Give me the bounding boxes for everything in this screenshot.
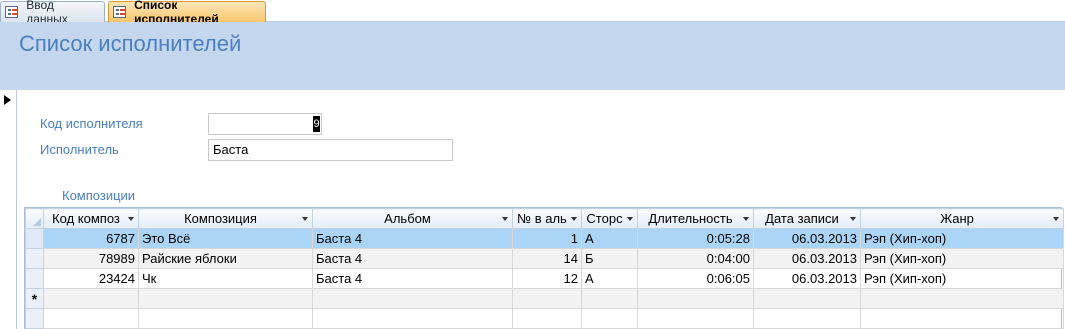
dropdown-arrow-icon[interactable] bbox=[1053, 217, 1059, 221]
row-selector[interactable] bbox=[25, 228, 44, 249]
table-cell[interactable]: 0:06:05 bbox=[637, 268, 754, 289]
column-header-composition[interactable]: Композиция bbox=[138, 208, 313, 229]
table-cell[interactable]: 0:05:28 bbox=[637, 228, 754, 249]
table-cell[interactable]: 23424 bbox=[43, 268, 139, 289]
artist-label: Исполнитель bbox=[40, 142, 119, 157]
compositions-table: Код композ Композиция Альбом № в аль Сто… bbox=[25, 208, 1064, 329]
table-cell[interactable] bbox=[581, 288, 638, 309]
table-row[interactable]: 78989 Райские яблоки Баста 4 14 Б 0:04:0… bbox=[25, 248, 1064, 269]
table-cell[interactable]: А bbox=[581, 268, 638, 289]
table-cell bbox=[512, 308, 582, 329]
table-cell[interactable] bbox=[637, 288, 754, 309]
table-cell[interactable]: Баста 4 bbox=[312, 268, 513, 289]
column-header-album[interactable]: Альбом bbox=[312, 208, 513, 229]
table-cell[interactable]: Баста 4 bbox=[312, 228, 513, 249]
column-header-label: Композиция bbox=[184, 211, 257, 226]
table-cell[interactable]: 06.03.2013 bbox=[753, 248, 861, 269]
column-header-label: Дата записи bbox=[765, 211, 839, 226]
table-cell[interactable] bbox=[753, 288, 861, 309]
document-tab-strip: Ввод данных Список исполнителей bbox=[0, 0, 1065, 26]
tab-data-entry[interactable]: Ввод данных bbox=[0, 0, 105, 26]
column-header-record-date[interactable]: Дата записи bbox=[753, 208, 861, 229]
table-cell[interactable]: Это Всё bbox=[138, 228, 313, 249]
dropdown-arrow-icon[interactable] bbox=[571, 217, 577, 221]
column-header-side[interactable]: Сторс bbox=[581, 208, 638, 229]
new-record-marker-icon[interactable]: * bbox=[25, 288, 44, 309]
table-cell[interactable]: 78989 bbox=[43, 248, 139, 269]
record-selector[interactable] bbox=[0, 90, 17, 329]
column-header-label: Жанр bbox=[940, 211, 974, 226]
table-cell[interactable]: Райские яблоки bbox=[138, 248, 313, 269]
table-cell[interactable]: 0:04:00 bbox=[637, 248, 754, 269]
column-header-duration[interactable]: Длительность bbox=[637, 208, 754, 229]
table-cell[interactable]: 12 bbox=[512, 268, 582, 289]
table-cell[interactable] bbox=[860, 288, 1064, 309]
table-cell[interactable]: Баста 4 bbox=[312, 248, 513, 269]
table-row[interactable]: 23424 Чк Баста 4 12 А 0:06:05 06.03.2013… bbox=[25, 268, 1064, 289]
form-header: Список исполнителей bbox=[0, 22, 1065, 90]
table-cell[interactable]: Чк bbox=[138, 268, 313, 289]
compositions-subform: Код композ Композиция Альбом № в аль Сто… bbox=[24, 207, 1064, 329]
table-cell bbox=[312, 308, 513, 329]
select-all-corner[interactable] bbox=[25, 208, 44, 229]
form-title: Список исполнителей bbox=[19, 31, 242, 56]
column-header-label: Код композ bbox=[52, 211, 120, 226]
dropdown-arrow-icon[interactable] bbox=[850, 217, 856, 221]
table-cell[interactable]: 06.03.2013 bbox=[753, 268, 861, 289]
corner-icon bbox=[33, 218, 41, 226]
current-record-arrow-icon bbox=[4, 95, 11, 105]
column-header-track-number[interactable]: № в аль bbox=[512, 208, 582, 229]
table-cell[interactable] bbox=[312, 288, 513, 309]
table-cell[interactable]: Рэп (Хип-хоп) bbox=[860, 248, 1064, 269]
column-header-label: Сторс bbox=[586, 211, 623, 226]
dropdown-arrow-icon[interactable] bbox=[743, 217, 749, 221]
table-cell[interactable]: 1 bbox=[512, 228, 582, 249]
row-selector[interactable] bbox=[25, 248, 44, 269]
new-record-row[interactable]: * bbox=[25, 288, 1064, 309]
table-cell[interactable]: Рэп (Хип-хоп) bbox=[860, 268, 1064, 289]
table-row[interactable]: 6787 Это Всё Баста 4 1 А 0:05:28 06.03.2… bbox=[25, 228, 1064, 249]
artist-code-value: 9 bbox=[313, 116, 320, 132]
table-cell bbox=[753, 308, 861, 329]
artist-code-label: Код исполнителя bbox=[40, 116, 143, 131]
table-cell bbox=[637, 308, 754, 329]
column-header-label: № в аль bbox=[517, 211, 567, 226]
table-cell[interactable]: 6787 bbox=[43, 228, 139, 249]
row-selector[interactable] bbox=[25, 268, 44, 289]
subform-label: Композиции bbox=[62, 188, 136, 203]
table-cell[interactable]: 14 bbox=[512, 248, 582, 269]
artist-field[interactable]: Баста bbox=[208, 139, 453, 161]
dropdown-arrow-icon[interactable] bbox=[302, 217, 308, 221]
table-cell bbox=[138, 308, 313, 329]
empty-row bbox=[25, 308, 1064, 329]
table-cell[interactable]: Б bbox=[581, 248, 638, 269]
table-cell bbox=[43, 308, 139, 329]
table-cell[interactable]: А bbox=[581, 228, 638, 249]
column-header-label: Длительность bbox=[648, 211, 733, 226]
dropdown-arrow-icon[interactable] bbox=[502, 217, 508, 221]
table-cell bbox=[581, 308, 638, 329]
artist-code-field[interactable]: 9 bbox=[208, 113, 322, 135]
table-cell[interactable] bbox=[43, 288, 139, 309]
column-header-genre[interactable]: Жанр bbox=[860, 208, 1064, 229]
table-cell[interactable] bbox=[512, 288, 582, 309]
table-cell[interactable]: Рэп (Хип-хоп) bbox=[860, 228, 1064, 249]
header-row: Код композ Композиция Альбом № в аль Сто… bbox=[25, 208, 1064, 229]
dropdown-arrow-icon[interactable] bbox=[627, 217, 633, 221]
column-header-code[interactable]: Код композ bbox=[43, 208, 139, 229]
column-header-label: Альбом bbox=[384, 211, 431, 226]
row-selector bbox=[25, 308, 44, 329]
form-icon bbox=[5, 6, 19, 18]
table-cell[interactable] bbox=[138, 288, 313, 309]
form-icon bbox=[113, 6, 127, 18]
table-cell[interactable]: 06.03.2013 bbox=[753, 228, 861, 249]
dropdown-arrow-icon[interactable] bbox=[128, 217, 134, 221]
table-cell bbox=[860, 308, 1064, 329]
tab-artist-list[interactable]: Список исполнителей bbox=[108, 0, 266, 26]
